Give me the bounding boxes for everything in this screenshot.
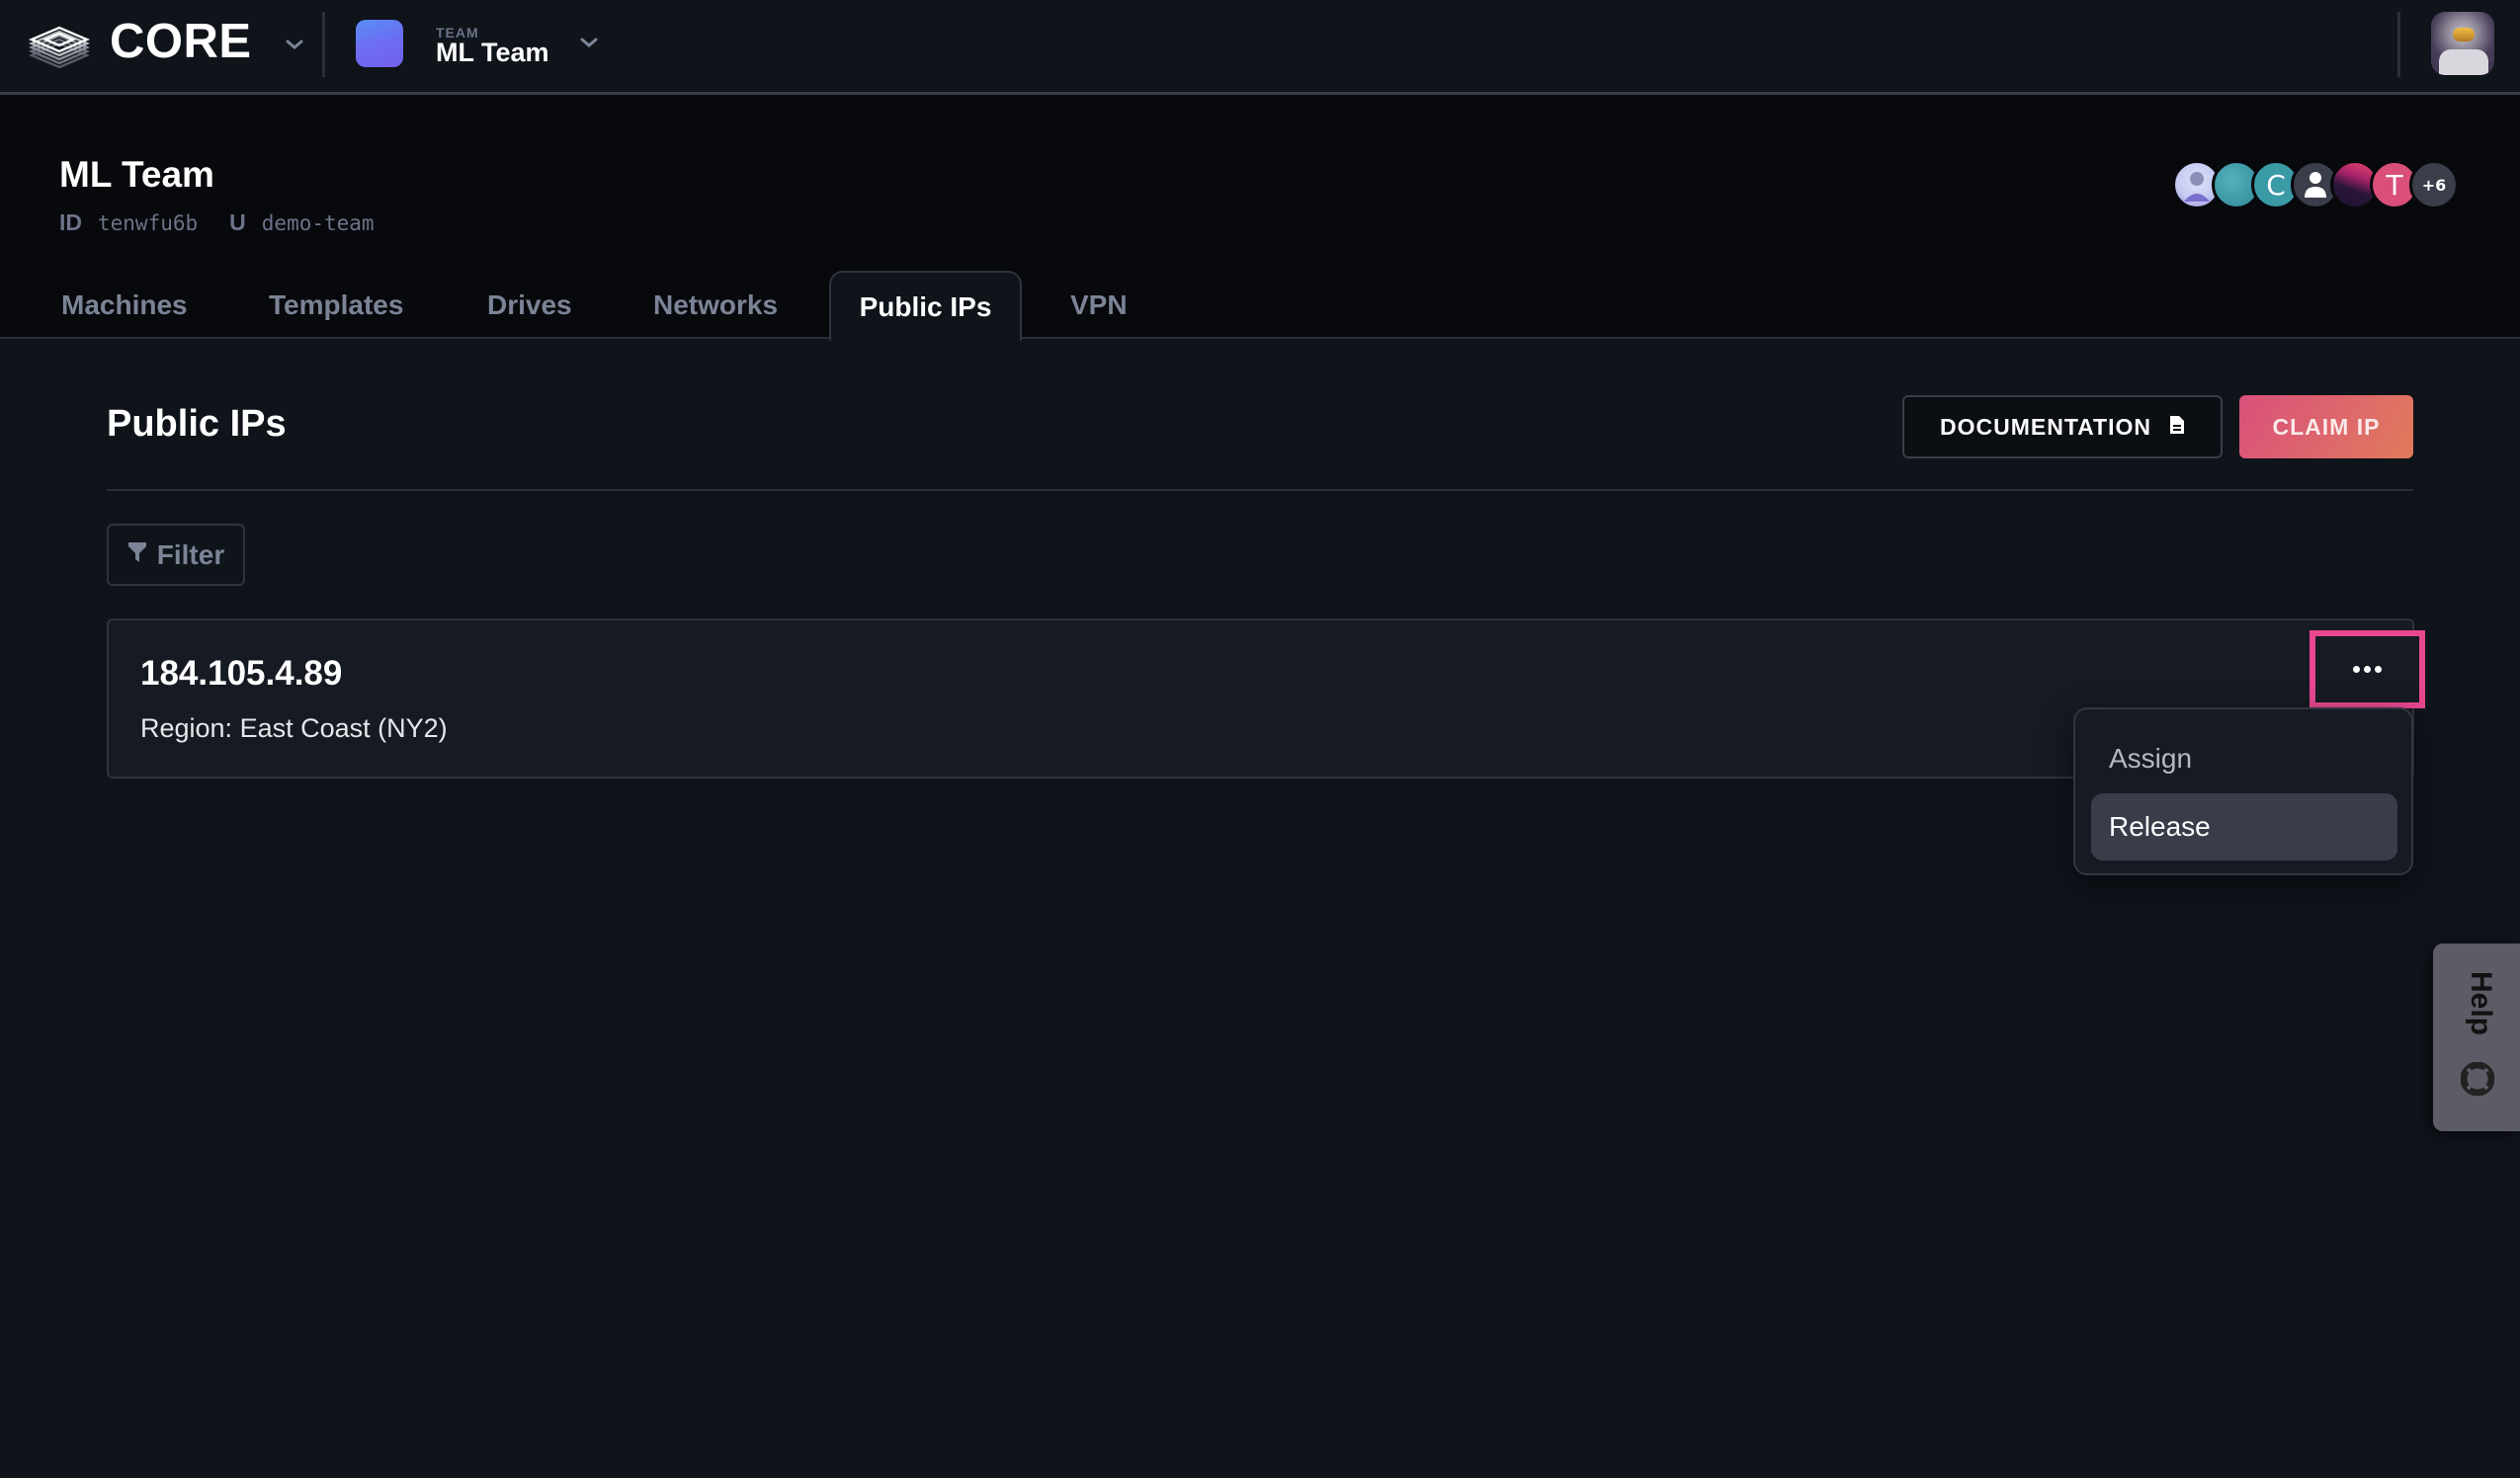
team-title: ML Team bbox=[59, 154, 214, 195]
help-button[interactable]: Help bbox=[2433, 944, 2520, 1131]
filter-button[interactable]: Filter bbox=[107, 524, 245, 586]
tab-public-ips[interactable]: Public IPs bbox=[829, 271, 1022, 341]
id-value: tenwfu6b bbox=[98, 211, 199, 235]
user-avatar[interactable] bbox=[2431, 12, 2494, 75]
claim-ip-button[interactable]: CLAIM IP bbox=[2239, 395, 2413, 458]
page-title: Public IPs bbox=[107, 403, 287, 445]
top-bar: CORE TEAM ML Team bbox=[0, 0, 2520, 95]
divider bbox=[2397, 12, 2400, 77]
actions-dropdown-menu: Assign Release bbox=[2073, 707, 2413, 875]
tab-templates[interactable]: Templates bbox=[269, 271, 403, 339]
team-switcher[interactable]: ML Team bbox=[436, 38, 549, 68]
divider bbox=[107, 489, 2413, 491]
team-avatar[interactable] bbox=[356, 20, 403, 67]
documentation-button[interactable]: DOCUMENTATION bbox=[1902, 395, 2223, 458]
ellipsis-icon bbox=[2353, 666, 2382, 673]
filter-label: Filter bbox=[156, 538, 225, 570]
brand-name[interactable]: CORE bbox=[110, 14, 252, 69]
astronaut-suit bbox=[2439, 49, 2488, 75]
more-members-badge[interactable]: +6 bbox=[2409, 160, 2459, 209]
tab-machines[interactable]: Machines bbox=[61, 271, 188, 339]
divider bbox=[322, 12, 325, 77]
ip-list-item[interactable]: 184.105.4.89 Region: East Coast (NY2) bbox=[107, 618, 2414, 779]
menu-item-assign[interactable]: Assign bbox=[2091, 725, 2397, 792]
astronaut-visor bbox=[2453, 28, 2475, 41]
id-label: ID bbox=[59, 209, 82, 235]
u-label: U bbox=[229, 209, 246, 235]
document-icon bbox=[2169, 414, 2185, 441]
help-label: Help bbox=[2465, 971, 2497, 1036]
tab-drives[interactable]: Drives bbox=[487, 271, 572, 339]
tab-vpn[interactable]: VPN bbox=[1070, 271, 1128, 339]
ip-region: Region: East Coast (NY2) bbox=[140, 713, 448, 743]
ip-address: 184.105.4.89 bbox=[140, 654, 343, 693]
chevron-down-icon[interactable] bbox=[578, 36, 600, 49]
more-actions-button[interactable] bbox=[2310, 630, 2425, 708]
chevron-down-icon[interactable] bbox=[284, 38, 305, 51]
menu-item-release[interactable]: Release bbox=[2091, 793, 2397, 861]
team-header: ML Team ID tenwfu6b U demo-team C T +6 M… bbox=[0, 95, 2520, 341]
team-identifiers: ID tenwfu6b U demo-team bbox=[59, 209, 406, 236]
tab-networks[interactable]: Networks bbox=[653, 271, 778, 339]
documentation-label: DOCUMENTATION bbox=[1939, 413, 2151, 440]
person-icon bbox=[2305, 172, 2326, 198]
funnel-icon bbox=[127, 539, 147, 571]
u-value: demo-team bbox=[261, 211, 375, 235]
lifebuoy-icon bbox=[2460, 1061, 2495, 1097]
tab-bar: Machines Templates Drives Networks Publi… bbox=[0, 271, 2520, 341]
stacked-layers-icon[interactable] bbox=[28, 18, 91, 77]
